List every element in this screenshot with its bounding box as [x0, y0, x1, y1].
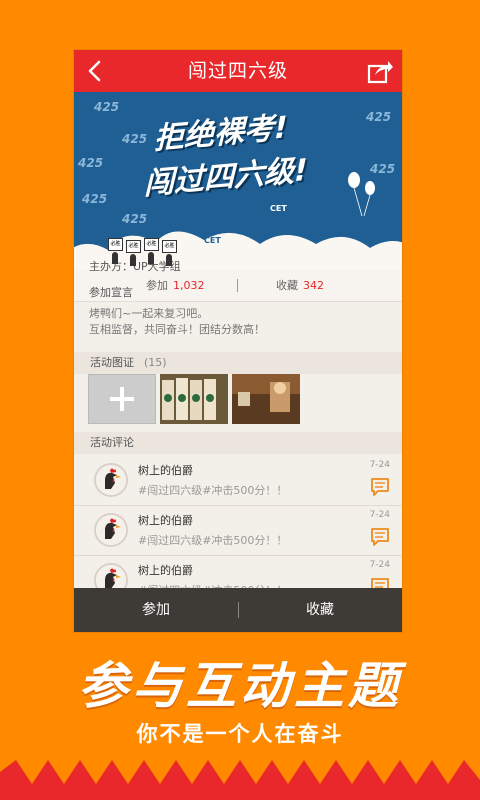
- comment-author: 树上的伯爵: [138, 514, 193, 527]
- score-tag: 425: [366, 110, 392, 124]
- comment-item[interactable]: 树上的伯爵 #闯过四六级#冲击500分！！ 7-24: [74, 505, 402, 556]
- score-tag: 425: [94, 100, 120, 114]
- comment-text: #闯过四六级#冲击500分！！: [138, 534, 288, 547]
- top-bar: 闯过四六级: [74, 50, 402, 92]
- sign: 必胜: [144, 238, 159, 251]
- promo-subheadline: 你不是一个人在奋斗: [136, 722, 344, 746]
- declaration-line-1: 烤鸭们~一起来复习吧。: [89, 307, 209, 320]
- students-with-signs: 必胜 必胜 必胜 必胜: [108, 238, 188, 268]
- sign: 必胜: [162, 240, 177, 253]
- phone-screen: 闯过四六级 425 425 425 425 425 425 425 拒绝裸考! …: [74, 50, 402, 632]
- add-photo-button[interactable]: [88, 374, 156, 424]
- share-button[interactable]: [366, 57, 394, 85]
- share-icon: [367, 61, 393, 84]
- score-tag: 425: [78, 156, 104, 170]
- rooster-avatar-icon: [96, 465, 126, 495]
- participate-label: 参加: [146, 279, 168, 292]
- favorite-label: 收藏: [276, 279, 298, 292]
- page-title: 闯过四六级: [187, 60, 288, 82]
- comment-date: 7-24: [369, 460, 390, 470]
- favorite-button[interactable]: 收藏: [238, 588, 402, 632]
- comment-author: 树上的伯爵: [138, 464, 193, 477]
- comment-icon[interactable]: [370, 476, 390, 496]
- photos-section-header: 活动图证 (15): [74, 352, 402, 374]
- score-tag: 425: [122, 132, 148, 146]
- add-photo-icon: [110, 387, 134, 411]
- comment-item[interactable]: 树上的伯爵 #闯过四六级#冲击500分！！ 7-24: [74, 455, 402, 506]
- photos-section-label: 活动图证: [90, 356, 134, 369]
- favorite-count: 342: [303, 279, 324, 292]
- comment-icon[interactable]: [370, 526, 390, 546]
- activity-banner: 425 425 425 425 425 425 425 拒绝裸考! 闯过四六级!…: [74, 92, 402, 270]
- bottom-action-bar: 参加 收藏: [74, 588, 402, 632]
- avatar: [94, 513, 128, 547]
- sign: 必胜: [126, 240, 141, 253]
- balloons-icon: [348, 172, 375, 217]
- rooster-avatar-icon: [96, 515, 126, 545]
- comment-date: 7-24: [369, 560, 390, 570]
- favorite-stat: 收藏 342: [276, 270, 324, 301]
- photos-count: (15): [144, 356, 167, 369]
- cet-tag: CET: [270, 204, 287, 213]
- activity-photo[interactable]: [232, 374, 300, 424]
- comment-text: #闯过四六级#冲击500分！！: [138, 484, 288, 497]
- join-button[interactable]: 参加: [74, 588, 238, 632]
- zigzag-decoration: [0, 760, 480, 800]
- declaration-line-2: 互相监督，共同奋斗！团结分数高！: [89, 323, 265, 336]
- score-tag: 425: [82, 192, 108, 206]
- participate-count: 1,032: [173, 279, 205, 292]
- sign: 必胜: [108, 238, 123, 251]
- avatar: [94, 463, 128, 497]
- declaration-title: 参加宣言: [89, 286, 133, 299]
- activity-photo[interactable]: [160, 374, 228, 424]
- comment-author: 树上的伯爵: [138, 564, 193, 577]
- cet-tag: CET: [204, 236, 221, 245]
- comments-section-label: 活动评论: [90, 436, 134, 449]
- promo-headline: 参与互动主题: [78, 657, 402, 715]
- stat-divider: [237, 279, 238, 292]
- comment-date: 7-24: [369, 510, 390, 520]
- comments-section-header: 活动评论: [74, 432, 402, 454]
